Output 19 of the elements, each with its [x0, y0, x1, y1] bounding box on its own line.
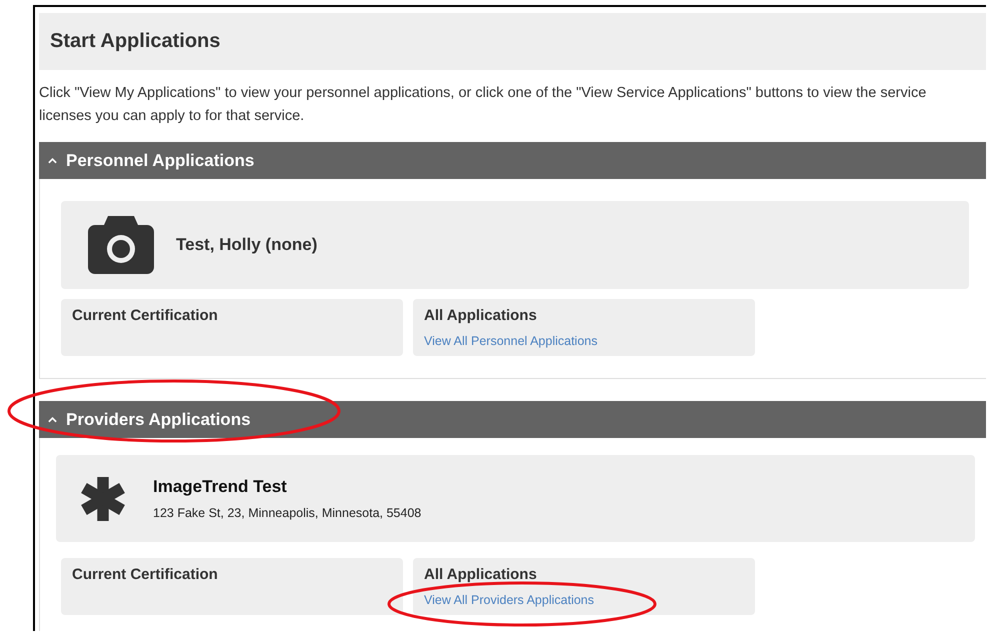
view-link[interactable]: View All Providers Applications	[424, 593, 594, 607]
entity-address: 123 Fake St, 23, Minneapolis, Minnesota, 55408	[153, 506, 422, 520]
caret-icon[interactable]	[48, 157, 57, 164]
panel-title: All Applications	[424, 566, 538, 583]
caret-icon[interactable]	[48, 416, 57, 423]
asterisk-icon	[81, 476, 125, 520]
entity-name: Test, Holly (none)	[176, 235, 318, 255]
panel-title: Current Certification	[72, 566, 219, 583]
section-title: Providers Applications	[66, 410, 251, 430]
camera-icon	[88, 216, 154, 274]
entity-name: ImageTrend Test	[153, 477, 288, 497]
panel-title: Current Certification	[72, 307, 219, 324]
view-link[interactable]: View All Personnel Applications	[424, 334, 598, 348]
panel-title: All Applications	[424, 307, 538, 324]
section-title: Personnel Applications	[66, 150, 254, 170]
section-header[interactable]: Providers Applications	[39, 401, 986, 438]
intro-text: Click "View My Applications" to view your personnel applications, or click one of the "View Service Applications" buttons to view the service licenses you can apply to for that service.	[39, 84, 928, 126]
page-title: Start Applications	[50, 30, 220, 53]
section-header[interactable]: Personnel Applications	[39, 142, 986, 179]
